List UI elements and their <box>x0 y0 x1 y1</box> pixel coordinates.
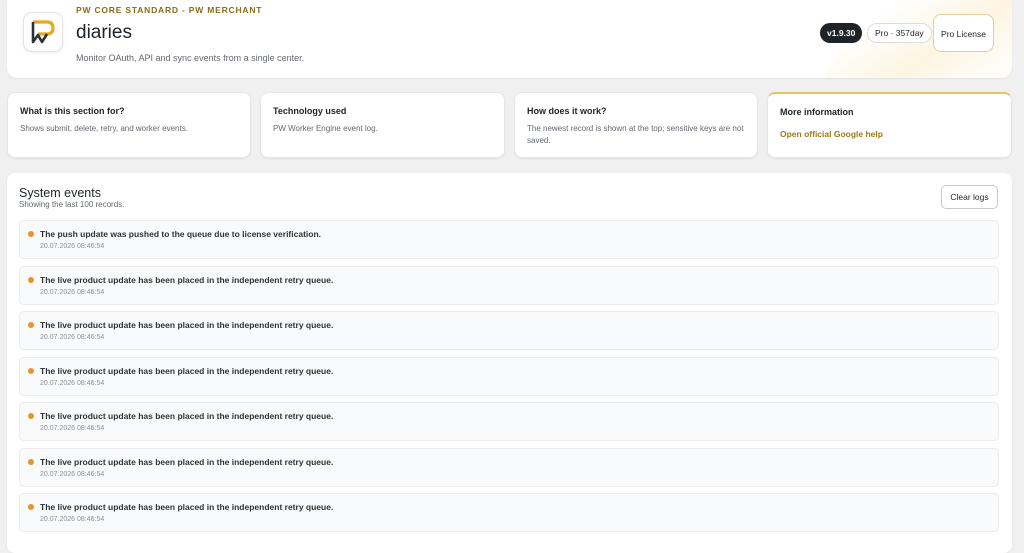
page-subtitle: Monitor OAuth, API and sync events from … <box>76 53 305 63</box>
event-timestamp: 20.07.2026 08:46:54 <box>40 334 105 341</box>
list-item: The live product update has been placed … <box>19 265 999 305</box>
plugin-logo <box>23 12 63 52</box>
list-item: The live product update has been placed … <box>19 402 999 441</box>
info-card-title: What is this section for? <box>20 106 125 116</box>
pro-license-button[interactable]: Pro License <box>933 14 994 52</box>
info-card-purpose: What is this section for? Shows submit, … <box>7 92 251 158</box>
plugin-header: PW CORE STANDARD - PW MERCHANT diaries M… <box>7 0 1012 78</box>
info-card-title: Technology used <box>273 106 347 116</box>
info-card-how-it-works: How does it work? The newest record is s… <box>514 92 758 158</box>
list-item: The live product update has been placed … <box>19 311 999 350</box>
pw-logo-icon <box>31 20 55 44</box>
info-card-title: How does it work? <box>527 106 607 116</box>
info-card-more-info: More information Open official Google he… <box>767 92 1012 158</box>
event-message: The live product update has been placed … <box>40 274 334 285</box>
list-item: The live product update has been placed … <box>19 356 999 396</box>
info-card-body: PW Worker Engine event log. <box>273 124 378 133</box>
event-message: The live product update has been placed … <box>40 456 334 467</box>
event-message: The live product update has been placed … <box>40 320 334 330</box>
event-message: The push update was pushed to the queue … <box>40 229 322 239</box>
info-card-body: Shows submit, delete, retry, and worker … <box>20 124 188 133</box>
event-log-list: The push update was pushed to the queue … <box>19 220 999 539</box>
event-timestamp: 20.07.2026 08:46:54 <box>40 425 105 432</box>
event-timestamp: 20.07.2026 08:46:54 <box>40 379 105 387</box>
status-dot-icon <box>28 322 34 328</box>
status-dot-icon <box>28 367 34 374</box>
info-card-title: More information <box>780 107 854 117</box>
event-timestamp: 20.07.2026 08:46:54 <box>40 243 105 250</box>
event-timestamp: 20.07.2026 08:46:54 <box>40 288 105 296</box>
plugin-eyebrow: PW CORE STANDARD - PW MERCHANT <box>76 5 263 15</box>
list-item: The push update was pushed to the queue … <box>19 220 999 259</box>
version-badge: v1.9.30 <box>820 23 863 43</box>
status-dot-icon <box>28 231 34 237</box>
status-dot-icon <box>28 276 34 283</box>
info-card-technology: Technology used PW Worker Engine event l… <box>260 92 505 158</box>
event-timestamp: 20.07.2026 08:46:54 <box>40 470 105 478</box>
event-message: The live product update has been placed … <box>40 502 334 512</box>
events-subtitle: Showing the last 100 records. <box>19 200 125 209</box>
event-message: The live product update has been placed … <box>40 411 334 421</box>
list-item: The live product update has been placed … <box>19 493 999 532</box>
status-dot-icon <box>28 413 34 419</box>
clear-logs-button[interactable]: Clear logs <box>941 185 998 209</box>
system-events-panel: System events Showing the last 100 recor… <box>7 173 1012 553</box>
google-help-link[interactable]: Open official Google help <box>780 129 883 139</box>
page-title: diaries <box>76 22 132 43</box>
event-message: The live product update has been placed … <box>40 365 334 376</box>
plan-badge: Pro · 357day <box>867 23 932 43</box>
status-dot-icon <box>28 504 34 510</box>
info-card-body: The newest record is shown at the top; s… <box>527 124 744 145</box>
event-timestamp: 20.07.2026 08:46:54 <box>40 516 105 523</box>
events-title: System events <box>19 186 101 200</box>
status-dot-icon <box>28 458 34 465</box>
list-item: The live product update has been placed … <box>19 447 999 487</box>
